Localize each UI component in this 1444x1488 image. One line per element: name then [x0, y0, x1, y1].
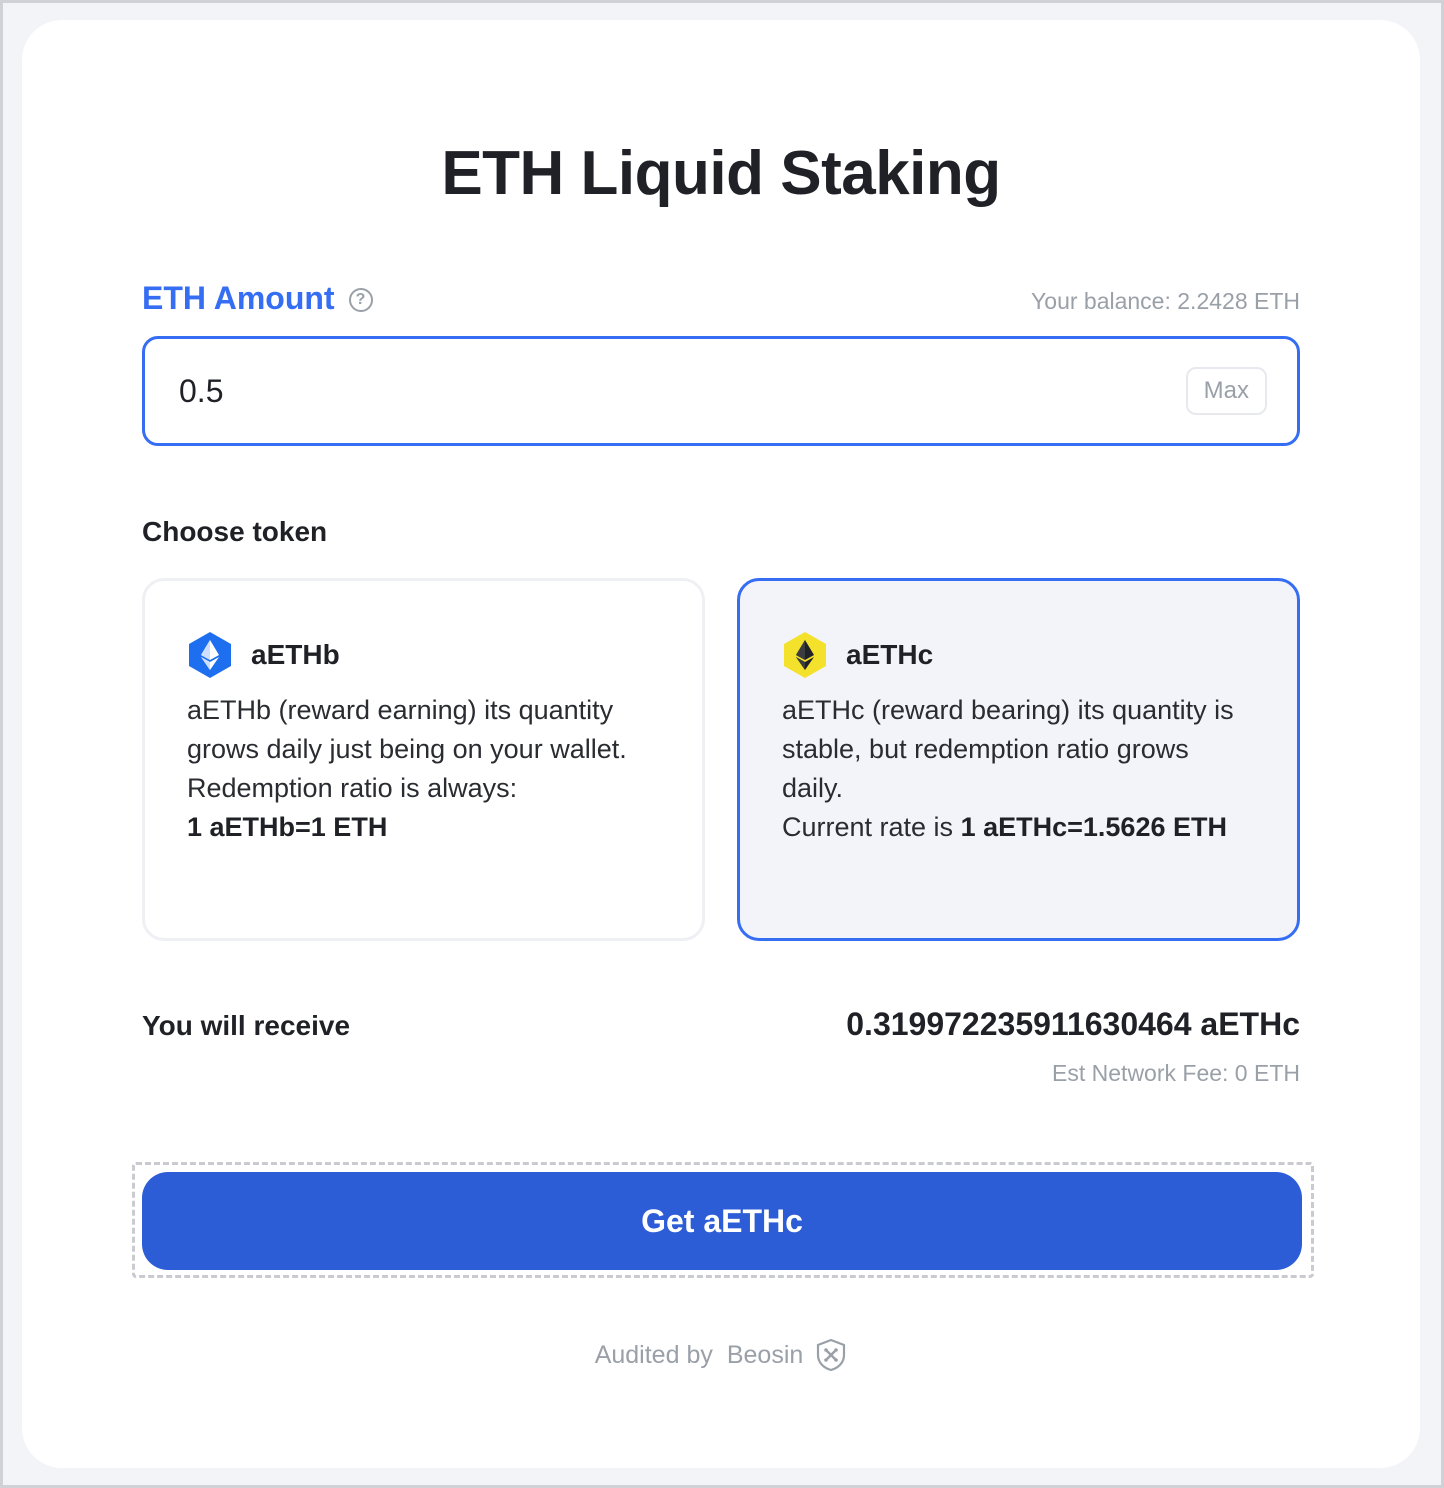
receive-label: You will receive — [142, 1010, 351, 1041]
token-description: aETHc (reward bearing) its quantity is s… — [782, 691, 1255, 847]
question-circle-icon[interactable]: ? — [348, 287, 373, 312]
token-rate-prefix: Current rate is — [782, 812, 954, 842]
beosin-shield-icon — [817, 1338, 846, 1372]
choose-token-heading: Choose token — [142, 516, 328, 547]
eth-amount-field[interactable]: Max — [142, 336, 1300, 446]
eth-amount-label-text: ETH Amount — [142, 280, 335, 316]
eth-amount-label: ETH Amount ? — [142, 280, 373, 317]
token-option-aethc[interactable]: aETHc aETHc (reward bearing) its quantit… — [737, 578, 1300, 941]
network-fee: Est Network Fee: 0 ETH — [1052, 1060, 1300, 1086]
ethereum-hexagon-blue-icon — [189, 632, 231, 678]
token-description: aETHb (reward earning) its quantity grow… — [187, 691, 660, 847]
token-name: aETHb — [251, 639, 340, 670]
eth-amount-input[interactable] — [179, 372, 1186, 410]
token-rate: 1 aETHc=1.5626 ETH — [960, 812, 1227, 842]
token-description-text: aETHc (reward bearing) its quantity is s… — [782, 695, 1234, 803]
token-description-text: aETHb (reward earning) its quantity grow… — [187, 695, 627, 803]
ethereum-hexagon-yellow-icon — [784, 632, 826, 678]
audited-by-text: Audited by — [594, 1340, 713, 1369]
staking-card: ETH Liquid Staking ETH Amount ? Your bal… — [22, 20, 1420, 1468]
max-button[interactable]: Max — [1185, 367, 1267, 415]
token-option-aethb[interactable]: aETHb aETHb (reward earning) its quantit… — [142, 578, 705, 941]
receive-value: 0.319972235911630464 aETHc — [846, 1006, 1300, 1042]
balance-text: Your balance: 2.2428 ETH — [1031, 288, 1300, 314]
token-rate: 1 aETHb=1 ETH — [187, 812, 388, 842]
audit-footer: Audited by Beosin — [22, 1338, 1420, 1372]
auditor-name[interactable]: Beosin — [727, 1341, 803, 1370]
get-token-button[interactable]: Get aETHc — [142, 1172, 1302, 1270]
token-name: aETHc — [846, 639, 934, 670]
page-title: ETH Liquid Staking — [441, 139, 1001, 208]
